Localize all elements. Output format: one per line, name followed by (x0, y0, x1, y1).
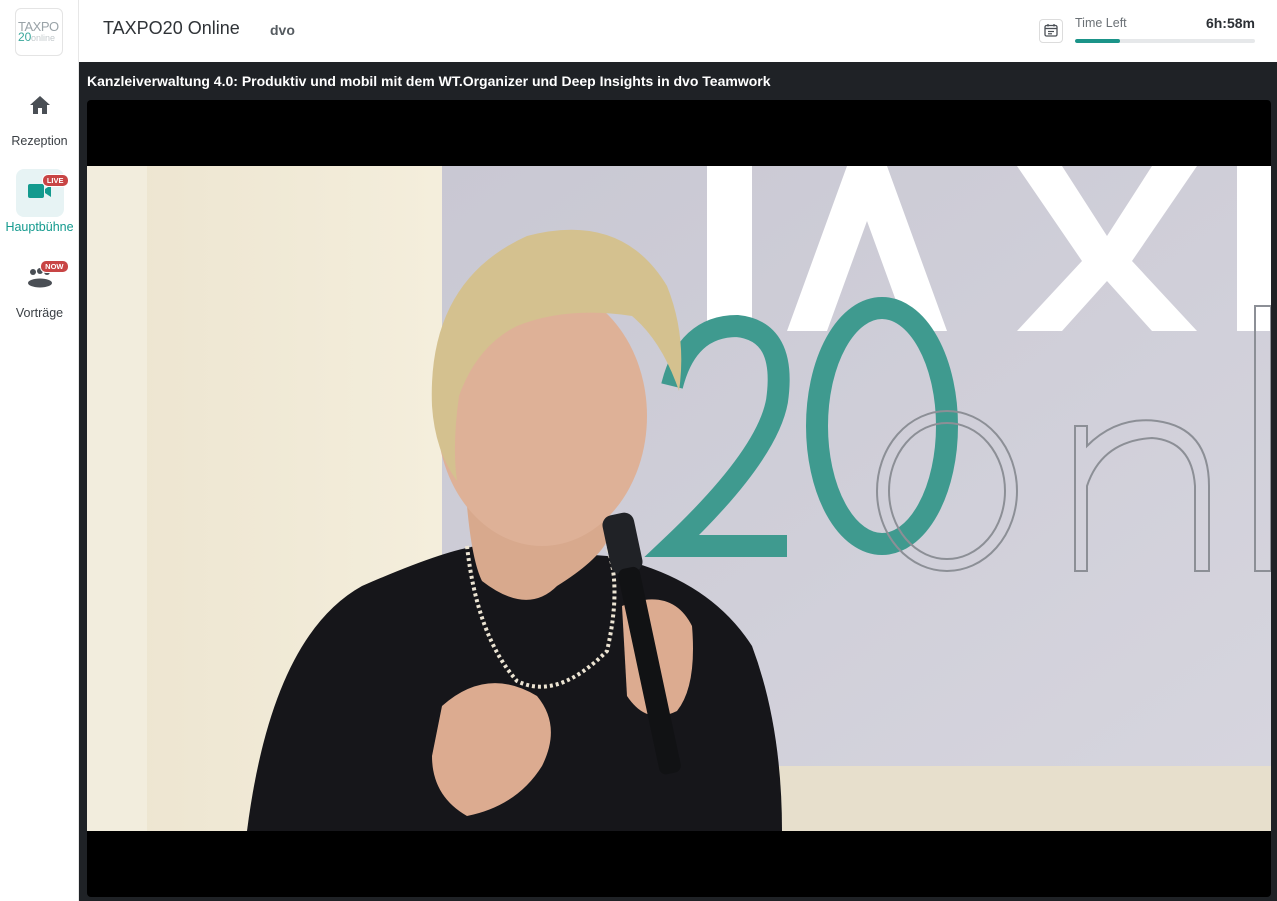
sidebar: TAXPO 20 online Rezeption LIVE Hauptbühn… (0, 0, 79, 901)
sidebar-item-hauptbuehne[interactable]: LIVE Hauptbühne (0, 169, 79, 234)
sidebar-item-label: Hauptbühne (5, 220, 74, 234)
now-badge: NOW (40, 260, 69, 273)
sidebar-item-label: Rezeption (11, 134, 68, 148)
video-player[interactable] (87, 100, 1271, 897)
time-left-label: Time Left (1075, 16, 1127, 30)
time-left-progress-fill (1075, 39, 1120, 43)
sidebar-item-label: Vorträge (15, 306, 64, 320)
calendar-icon (1044, 22, 1058, 41)
schedule-button[interactable] (1039, 19, 1063, 43)
live-badge: LIVE (41, 174, 69, 187)
organization-name: dvo (270, 22, 295, 38)
app-title: TAXPO20 Online (103, 18, 240, 38)
logo-text-20: 20 (18, 30, 32, 44)
sidebar-item-rezeption[interactable]: Rezeption (0, 83, 79, 148)
time-left-value: 6h:58m (1205, 15, 1255, 31)
main-stage: Kanzleiverwaltung 4.0: Produktiv und mob… (79, 62, 1277, 901)
speaker-video-image (87, 166, 1271, 831)
taxpo-logo[interactable]: TAXPO 20 online (15, 8, 63, 56)
sidebar-item-vortraege[interactable]: NOW Vorträge (0, 255, 79, 320)
time-left-progress (1075, 39, 1255, 43)
home-icon (29, 95, 51, 119)
logo-text-online: online (31, 33, 56, 43)
video-frame (87, 166, 1271, 831)
session-title: Kanzleiverwaltung 4.0: Produktiv und mob… (87, 73, 771, 89)
top-header: TAXPO20 Online dvo Time Left 6h:58m (79, 0, 1277, 62)
